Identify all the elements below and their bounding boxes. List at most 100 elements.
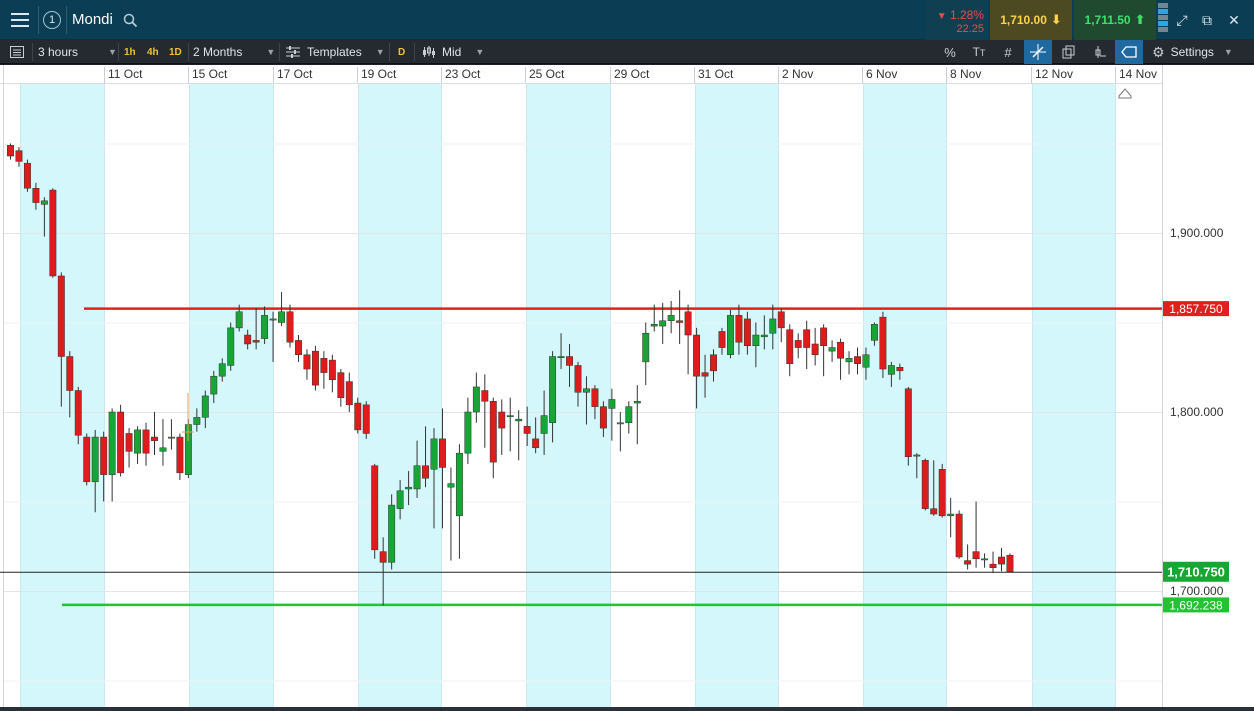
- candle-up: [430, 438, 438, 470]
- candle-up: [269, 318, 277, 321]
- change-absolute: 22.25: [956, 23, 984, 35]
- gear-icon: ⚙: [1152, 43, 1165, 60]
- header-bar: 1 Mondi ▼ 1.28% 22.25 1,710.00 ⬇ 1,711.50…: [0, 0, 1254, 40]
- candle-up: [447, 483, 455, 488]
- price-type-select[interactable]: Mid ▼: [422, 40, 484, 64]
- chevron-down-icon: ▼: [266, 47, 276, 57]
- grid-toggle[interactable]: #: [994, 40, 1022, 64]
- candle-up: [947, 513, 955, 517]
- quick-interval-4h[interactable]: 4h: [147, 40, 159, 64]
- popout-button[interactable]: ⧉: [1195, 0, 1219, 40]
- candle-down: [422, 465, 429, 479]
- candle-down: [794, 340, 802, 348]
- quick-interval-1d[interactable]: 1D: [169, 40, 182, 64]
- quick-interval-1h[interactable]: 1h: [124, 40, 136, 64]
- price-change-box: ▼ 1.28% 22.25: [926, 0, 988, 40]
- chart-list-button[interactable]: [4, 40, 30, 64]
- candle-up: [642, 332, 650, 363]
- candle-up: [227, 327, 235, 366]
- candle-up: [405, 486, 413, 490]
- candle-up: [760, 334, 768, 338]
- buy-button[interactable]: 1,711.50 ⬆: [1074, 0, 1156, 40]
- percent-toggle[interactable]: %: [936, 40, 964, 64]
- chart-toolbar: 3 hours ▼ 1h 4h 1D 2 Months ▼ Templates ▼ D…: [0, 40, 1254, 64]
- window-number-badge[interactable]: 1: [40, 0, 64, 40]
- candle-up: [625, 406, 633, 423]
- candle-down: [311, 350, 319, 386]
- templates-button[interactable]: Templates ▼: [286, 40, 385, 64]
- x-tick-label: 19 Oct: [361, 67, 397, 81]
- chevron-down-icon: ▼: [108, 47, 117, 57]
- candle-up: [557, 356, 565, 358]
- candle-down: [904, 388, 912, 458]
- resistance-price-label: 1,857.750: [1169, 302, 1223, 316]
- candle-up: [540, 415, 548, 434]
- candle-down: [362, 404, 370, 434]
- range-select[interactable]: 2 Months ▼: [193, 40, 275, 64]
- interval-select[interactable]: 3 hours ▼: [38, 40, 117, 64]
- menu-button[interactable]: [4, 0, 36, 40]
- instrument-search-button[interactable]: [120, 0, 140, 40]
- candle-up: [862, 354, 870, 368]
- candle-down: [676, 320, 684, 323]
- candle-up: [108, 411, 116, 475]
- candle-down: [803, 329, 811, 348]
- candle-down: [125, 433, 133, 452]
- crosshair-toggle[interactable]: [1024, 40, 1052, 64]
- candle-down: [574, 365, 582, 393]
- candle-up: [464, 411, 472, 454]
- candle-down: [989, 563, 997, 568]
- y-tick-label: 1,800.000: [1170, 405, 1224, 419]
- candle-down: [854, 356, 861, 364]
- candle-down: [718, 331, 726, 348]
- popout-icon: ⧉: [1202, 11, 1212, 28]
- bottom-edge: [0, 707, 1254, 711]
- tag-toggle[interactable]: [1115, 40, 1143, 64]
- buy-price: 1,711.50: [1084, 13, 1131, 27]
- candle-up: [752, 334, 760, 347]
- instrument-name[interactable]: Mondi: [72, 11, 113, 28]
- candle-down: [498, 411, 506, 429]
- candle-down: [523, 426, 531, 434]
- candle-down: [328, 359, 336, 381]
- close-icon: ✕: [1228, 11, 1240, 28]
- candle-down: [777, 311, 785, 329]
- candle-up: [134, 429, 142, 454]
- candle-up: [506, 415, 514, 418]
- header-divider: [38, 6, 39, 34]
- depth-level-icon[interactable]: [1158, 3, 1168, 37]
- chart-area[interactable]: 11 Oct 15 Oct 17 Oct 19 Oct 23 Oct 25 Oct 29 O…: [0, 65, 1254, 707]
- x-tick-label: 14 Nov: [1119, 67, 1157, 81]
- text-size-icon: TT: [972, 45, 986, 59]
- candle-up: [91, 436, 99, 483]
- day-band: [189, 83, 273, 707]
- candlestick-chart[interactable]: 11 Oct 15 Oct 17 Oct 19 Oct 23 Oct 25 Oct 29 O…: [0, 65, 1254, 707]
- expand-button[interactable]: ⤢: [1170, 0, 1194, 40]
- candle-up: [981, 558, 988, 561]
- x-tick-label: 12 Nov: [1035, 67, 1073, 81]
- sell-button[interactable]: 1,710.00 ⬇: [990, 0, 1072, 40]
- candle-up: [828, 347, 836, 352]
- candle-up: [887, 365, 895, 375]
- data-type-badge[interactable]: D: [398, 40, 405, 64]
- x-tick-label: 2 Nov: [782, 67, 813, 81]
- chevron-down-icon: ▼: [375, 47, 385, 57]
- layers-button[interactable]: [1055, 40, 1083, 64]
- candle-down: [786, 329, 794, 364]
- down-triangle-icon: ▼: [936, 11, 947, 22]
- candle-down: [684, 311, 692, 336]
- candle-down: [998, 556, 1005, 565]
- candle-down: [320, 358, 328, 373]
- candle-up: [388, 504, 396, 563]
- text-size-button[interactable]: TT: [965, 40, 993, 64]
- candle-down: [879, 316, 887, 370]
- x-axis-strip: [0, 65, 1162, 83]
- candle-down: [489, 401, 497, 463]
- settings-button[interactable]: ⚙ Settings ▼: [1152, 40, 1233, 64]
- candle-down: [23, 162, 31, 189]
- candle-down: [532, 438, 540, 449]
- close-button[interactable]: ✕: [1222, 0, 1246, 40]
- chevron-down-icon: ▼: [475, 47, 485, 57]
- indicator-button[interactable]: [1086, 40, 1114, 64]
- candle-down: [743, 318, 751, 347]
